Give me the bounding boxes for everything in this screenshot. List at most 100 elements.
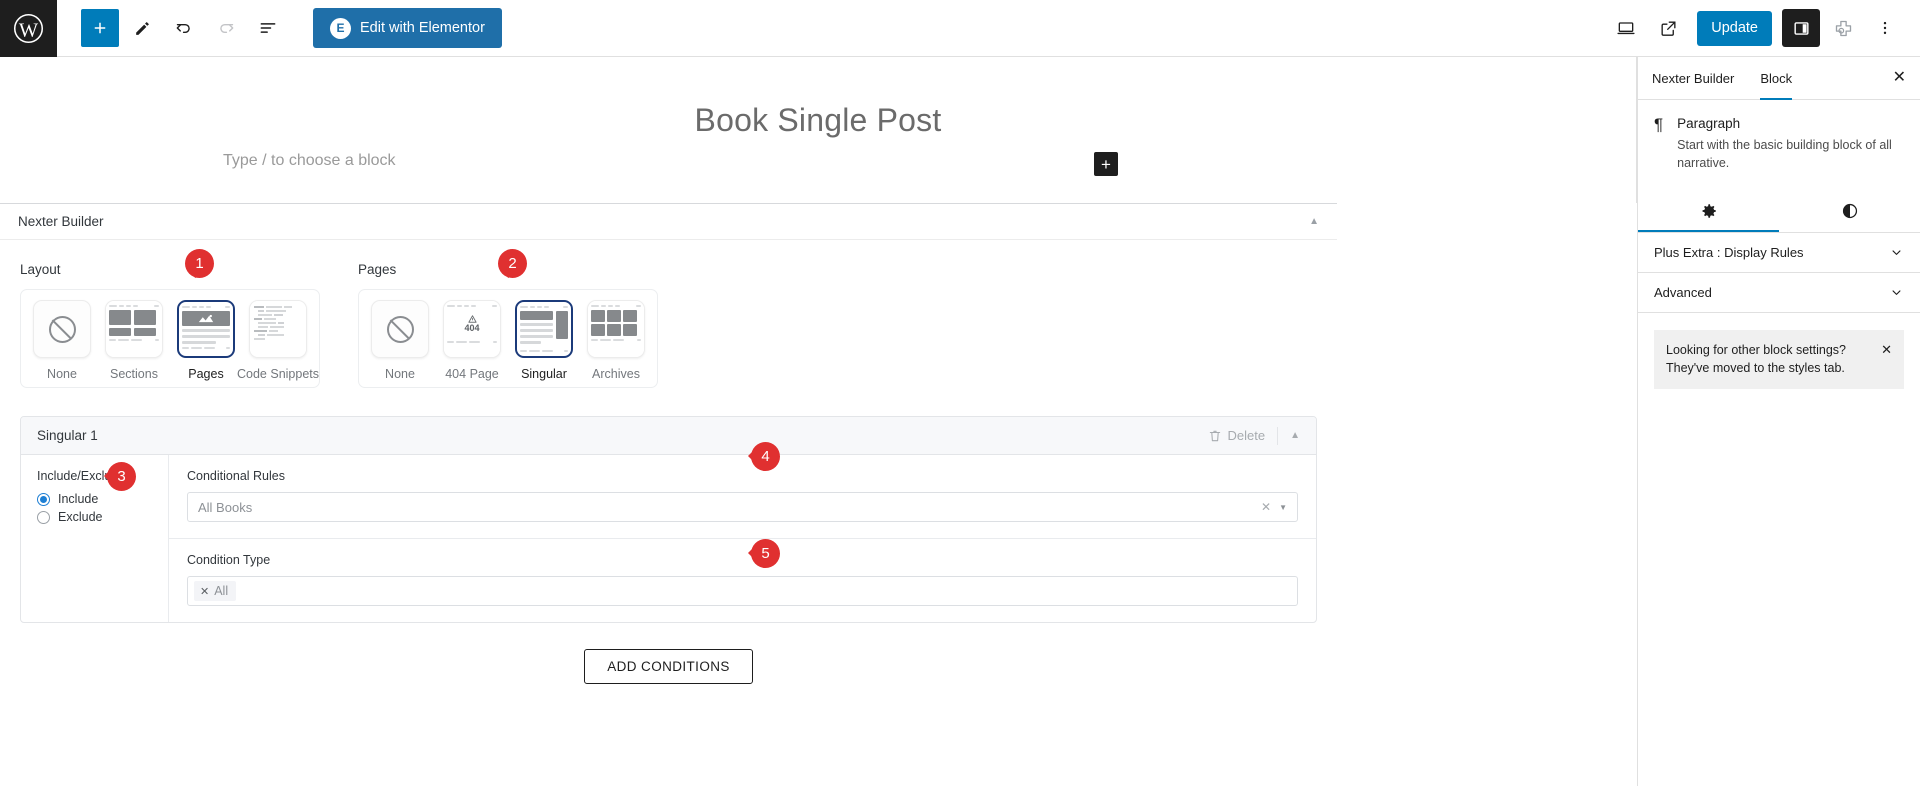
singular-condition-card: Singular 1 Delete ▲ Include/Exclude Incl… [20, 416, 1317, 623]
paragraph-pilcrow-icon: ¶ [1654, 115, 1664, 134]
singular-collapse-caret-up-icon[interactable]: ▲ [1290, 430, 1300, 441]
elementor-logo-icon: E [330, 17, 351, 39]
trash-icon [1209, 430, 1220, 441]
caret-up-icon[interactable]: ▲ [1309, 216, 1319, 227]
annotation-badge-3: 3 [104, 462, 136, 491]
remove-token-x-icon[interactable]: ✕ [200, 585, 209, 598]
redo-button[interactable] [207, 9, 245, 47]
update-button[interactable]: Update [1697, 10, 1772, 46]
pencil-icon [135, 21, 149, 35]
editor-top-bar: W E Edit with Elementor Update [0, 0, 1920, 57]
singular-layout-icon [517, 302, 571, 356]
redo-icon [220, 23, 234, 34]
styles-tab[interactable] [1779, 190, 1920, 232]
tab-nexter-builder[interactable]: Nexter Builder [1652, 57, 1734, 100]
wordpress-logo-icon[interactable]: W [0, 0, 57, 57]
pages-option-singular-label: Singular [521, 367, 567, 381]
editor-canvas: Book Single Post Type / to choose a bloc… [0, 57, 1637, 203]
block-placeholder-text[interactable]: Type / to choose a block [223, 152, 396, 170]
layout-option-cards: None Sections Pages Code Snippets [20, 289, 320, 388]
conditional-rules-select-icons: ✕ ▼ [1261, 500, 1287, 514]
styles-tab-notice: Looking for other block settings? They'v… [1654, 330, 1904, 389]
radio-exclude[interactable]: Exclude [37, 510, 168, 524]
top-bar-tools: E Edit with Elementor [57, 8, 502, 48]
sidebar-row-plus-extra-display-rules[interactable]: Plus Extra : Display Rules [1638, 233, 1920, 274]
pages-archives-thumb [587, 300, 645, 358]
chevron-down-icon [1892, 290, 1901, 296]
pages-option-none[interactable]: None [367, 300, 433, 381]
no-entry-icon [48, 315, 76, 343]
singular-card-header: Singular 1 Delete ▲ [21, 417, 1316, 455]
contrast-half-circle-icon [1842, 204, 1857, 219]
code-snippets-icon [250, 301, 306, 357]
document-overview-button[interactable] [249, 9, 287, 47]
sidebar-row-advanced-label: Advanced [1654, 285, 1712, 301]
clear-x-icon[interactable]: ✕ [1261, 500, 1271, 514]
inline-block-inserter-button[interactable]: + [1094, 152, 1118, 176]
layout-sections-thumb [105, 300, 163, 358]
singular-card-title: Singular 1 [37, 428, 98, 443]
divider [1277, 426, 1279, 445]
desktop-preview-button[interactable] [1607, 9, 1645, 47]
tab-block[interactable]: Block [1760, 57, 1792, 100]
block-description: Start with the basic building block of a… [1677, 138, 1892, 171]
conditional-rules-label: Conditional Rules [187, 469, 285, 483]
conditional-rules-block: Conditional Rules All Books ✕ ▼ [169, 455, 1316, 539]
layout-option-sections-label: Sections [110, 367, 158, 381]
nexter-builder-panel-title: Nexter Builder [18, 214, 104, 229]
include-exclude-column: Include/Exclude Include Exclude [21, 455, 169, 622]
view-post-external-icon [1661, 20, 1676, 36]
caret-down-icon[interactable]: ▼ [1279, 503, 1287, 512]
condition-type-token[interactable]: ✕ All [194, 581, 237, 601]
add-conditions-button[interactable]: ADD CONDITIONS [584, 649, 753, 684]
close-icon[interactable]: ✕ [1893, 70, 1906, 86]
layout-option-code-snippets-label: Code Snippets [237, 367, 320, 381]
pages-option-cards: None 404 404 Page Singular Archives [358, 289, 658, 388]
annotation-badge-1: 1 [185, 249, 214, 278]
sections-layout-icon [106, 301, 162, 357]
conditional-rules-select[interactable]: All Books ✕ ▼ [187, 492, 1298, 522]
notice-close-icon[interactable]: ✕ [1881, 341, 1892, 377]
delete-condition-button[interactable]: Delete [1208, 428, 1266, 443]
layout-option-pages[interactable]: Pages [173, 300, 239, 381]
options-ellipsis-icon [1883, 21, 1887, 35]
block-settings-sidebar: Nexter Builder Block ✕ ¶ Paragraph Start… [1637, 57, 1920, 786]
settings-tab[interactable] [1638, 190, 1779, 232]
pages-option-404[interactable]: 404 404 Page [439, 300, 505, 381]
layout-option-none[interactable]: None [29, 300, 95, 381]
archives-grid-icon [588, 301, 644, 357]
annotation-badge-5: 5 [748, 539, 780, 568]
nexter-plugin-icon [1835, 20, 1851, 36]
layout-option-sections[interactable]: Sections [101, 300, 167, 381]
nexter-plugin-button[interactable] [1824, 9, 1862, 47]
pages-option-404-label: 404 Page [445, 367, 499, 381]
edit-with-elementor-button[interactable]: E Edit with Elementor [313, 8, 502, 48]
radio-include[interactable]: Include [37, 492, 168, 506]
gear-icon [1702, 204, 1716, 218]
pages-option-archives[interactable]: Archives [583, 300, 649, 381]
undo-button[interactable] [165, 9, 203, 47]
pages-none-thumb [371, 300, 429, 358]
layout-option-code-snippets[interactable]: Code Snippets [237, 300, 319, 381]
layout-group: Layout None Sections Pages Code Snippets [20, 262, 320, 388]
condition-type-token-label: All [214, 584, 229, 598]
delete-label: Delete [1227, 428, 1266, 443]
desktop-preview-icon [1617, 22, 1635, 35]
sidebar-row-advanced[interactable]: Advanced [1638, 273, 1920, 314]
page-title[interactable]: Book Single Post [0, 102, 1636, 139]
more-options-button[interactable] [1866, 9, 1904, 47]
settings-sidebar-toggle[interactable] [1782, 9, 1820, 47]
condition-type-input[interactable]: ✕ All [187, 576, 1298, 606]
layout-option-pages-label: Pages [188, 367, 224, 381]
conditional-rules-value: All Books [198, 499, 253, 515]
top-bar-right-actions: Update [1607, 9, 1920, 47]
block-inserter-button[interactable] [81, 9, 119, 47]
tools-pencil-button[interactable] [123, 9, 161, 47]
undo-icon [176, 23, 190, 34]
no-entry-icon [386, 315, 414, 343]
radio-include-indicator [37, 492, 50, 506]
svg-text:W: W [19, 19, 39, 41]
view-post-button[interactable] [1649, 9, 1687, 47]
pages-option-singular[interactable]: Singular [511, 300, 577, 381]
edit-with-elementor-label: Edit with Elementor [360, 20, 485, 36]
